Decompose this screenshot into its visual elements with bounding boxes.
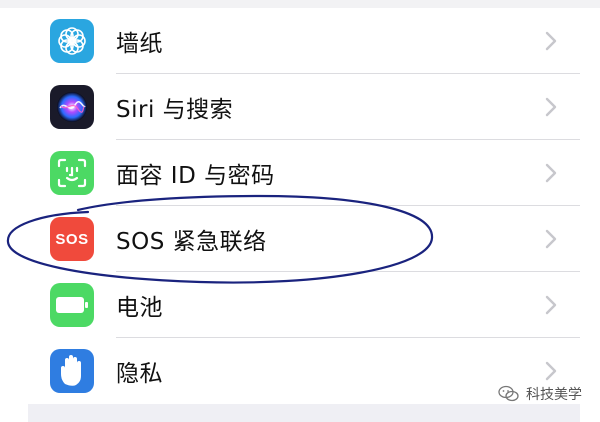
sos-icon: SOS bbox=[50, 217, 94, 261]
settings-row-label: Siri 与搜索 bbox=[116, 97, 234, 123]
section-footer bbox=[28, 404, 580, 422]
wallpaper-icon bbox=[50, 19, 94, 63]
chevron-right-icon bbox=[545, 97, 557, 117]
face-id-icon bbox=[50, 151, 94, 195]
settings-row-emergency-sos[interactable]: SOS SOS 紧急联络 bbox=[28, 206, 580, 272]
settings-row-battery[interactable]: 电池 bbox=[28, 272, 580, 338]
settings-row-wallpaper[interactable]: 墙纸 bbox=[28, 8, 580, 74]
privacy-hand-icon bbox=[50, 349, 94, 393]
watermark-text: 科技美学 bbox=[526, 387, 582, 403]
chevron-right-icon bbox=[545, 361, 557, 381]
top-divider bbox=[0, 0, 600, 8]
chevron-right-icon bbox=[545, 295, 557, 315]
siri-icon bbox=[50, 85, 94, 129]
battery-icon bbox=[50, 283, 94, 327]
settings-row-label: 面容 ID 与密码 bbox=[116, 163, 275, 189]
settings-row-label: SOS 紧急联络 bbox=[116, 229, 267, 255]
settings-screen: 墙纸 Siri 与搜索 面容 ID 与密码 SOS SOS 紧急联络 电池 隐私… bbox=[0, 0, 600, 422]
settings-row-label: 墙纸 bbox=[116, 31, 163, 57]
settings-row-label: 隐私 bbox=[116, 361, 163, 387]
wechat-icon bbox=[498, 385, 519, 402]
settings-list: 墙纸 Siri 与搜索 面容 ID 与密码 SOS SOS 紧急联络 电池 隐私 bbox=[28, 8, 580, 404]
chevron-right-icon bbox=[545, 163, 557, 183]
chevron-right-icon bbox=[545, 31, 557, 51]
chevron-right-icon bbox=[545, 229, 557, 249]
watermark: 科技美学 bbox=[498, 384, 582, 404]
sos-icon-text: SOS bbox=[55, 230, 89, 248]
settings-row-siri[interactable]: Siri 与搜索 bbox=[28, 74, 580, 140]
settings-row-label: 电池 bbox=[116, 295, 163, 321]
settings-row-face-id[interactable]: 面容 ID 与密码 bbox=[28, 140, 580, 206]
